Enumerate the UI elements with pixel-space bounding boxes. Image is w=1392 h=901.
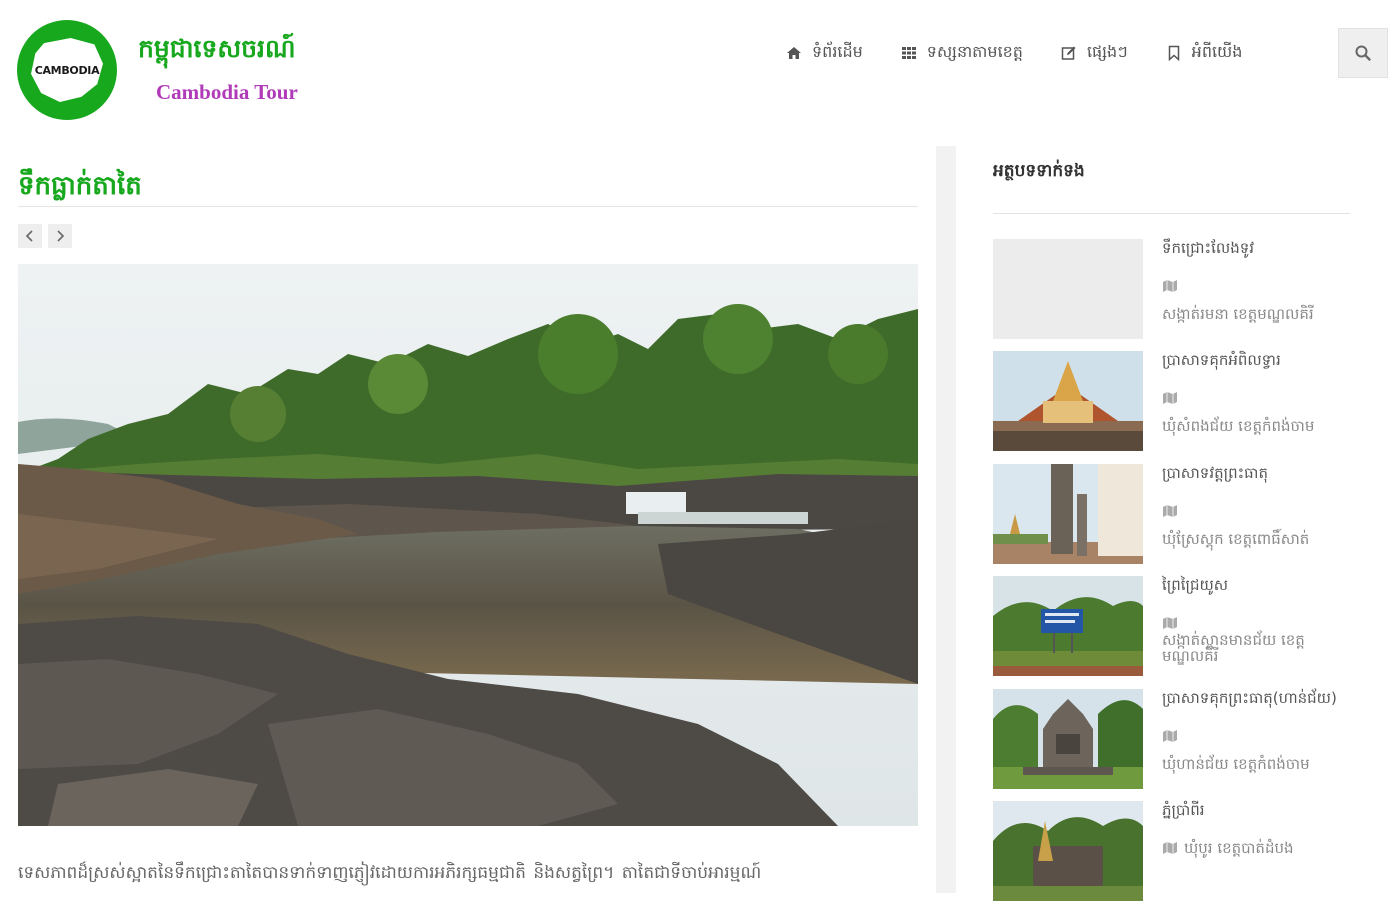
main-nav: ទំព័រដើម ទស្សនាតាមខេត្ត ផ្សេងៗ អំពីយើង bbox=[786, 40, 1242, 66]
post-hero-image bbox=[18, 264, 918, 826]
related-post-location: ឃុំស្រែស្តុក ខេត្តពោធិ៍សាត់ bbox=[1162, 530, 1310, 548]
related-post-title[interactable]: ទឹកជ្រោះលែងទូវ bbox=[1162, 239, 1254, 261]
nav-label: ផ្សេងៗ bbox=[1086, 42, 1128, 61]
related-post-item[interactable]: ភ្នំប្រាំពីរ ឃុំបូរ ខេត្តបាត់ដំបង bbox=[993, 801, 1350, 901]
nav-item-about[interactable]: អំពីយើង bbox=[1166, 41, 1243, 65]
main-content: ទឹកធ្លាក់តាតៃ ទេសភាពដ៏ស្រស់ស្អាតនៃទឹកជ្រ… bbox=[18, 150, 918, 883]
nav-label: ទំព័រដើម bbox=[812, 42, 863, 61]
related-post-title[interactable]: ភ្នំប្រាំពីរ bbox=[1162, 801, 1205, 823]
prev-post-button[interactable] bbox=[18, 224, 42, 248]
map-icon bbox=[1163, 392, 1177, 404]
edit-icon bbox=[1061, 46, 1076, 60]
post-body-text: ទេសភាពដ៏ស្រស់ស្អាតនៃទឹកជ្រោះតាតៃបានទាក់ទ… bbox=[18, 863, 762, 883]
grid-icon bbox=[901, 47, 916, 59]
search-icon bbox=[1355, 45, 1371, 61]
related-post-thumbnail[interactable] bbox=[993, 576, 1143, 676]
related-post-location: ឃុំសំពងជ័យ ខេត្តកំពង់ចាម bbox=[1162, 417, 1315, 435]
nav-item-provinces[interactable]: ទស្សនាតាមខេត្ត bbox=[901, 41, 1023, 65]
site-title-english[interactable]: Cambodia Tour bbox=[156, 80, 298, 105]
related-post-item[interactable]: ព្រៃជ្រៃយូស សង្កាត់ស្ពានមានជ័យ ខេត្តមណ្ឌ… bbox=[993, 576, 1350, 676]
search-button[interactable] bbox=[1338, 28, 1388, 78]
post-title: ទឹកធ្លាក់តាតៃ bbox=[18, 171, 142, 201]
map-icon bbox=[1163, 617, 1177, 629]
next-post-button[interactable] bbox=[48, 224, 72, 248]
site-title-khmer[interactable]: កម្ពុជាទេសចរណ៍ bbox=[138, 34, 295, 70]
related-post-thumbnail[interactable] bbox=[993, 689, 1143, 789]
related-post-thumbnail[interactable] bbox=[993, 239, 1143, 339]
related-post-item[interactable]: ប្រាសាទគុកព្រះធាតុ(ហាន់ជ័យ) ឃុំហាន់ជ័យ ខ… bbox=[993, 689, 1350, 789]
related-post-title[interactable]: ព្រៃជ្រៃយូស bbox=[1162, 576, 1228, 598]
related-post-thumbnail[interactable] bbox=[993, 351, 1143, 451]
related-post-location: សង្កាត់ស្ពានមានជ័យ ខេត្តមណ្ឌលគិរី bbox=[1162, 631, 1305, 665]
bookmark-icon bbox=[1168, 45, 1179, 61]
nav-item-home[interactable]: ទំព័រដើម bbox=[786, 41, 863, 65]
related-post-item[interactable]: ទឹកជ្រោះលែងទូវ សង្កាត់រមនា ខេត្តមណ្ឌលគិរ… bbox=[993, 239, 1350, 339]
related-post-location: ឃុំបូរ ខេត្តបាត់ដំបង bbox=[1184, 839, 1294, 857]
sidebar-divider bbox=[993, 213, 1350, 214]
map-icon bbox=[1163, 842, 1177, 854]
related-post-thumbnail[interactable] bbox=[993, 801, 1143, 901]
related-post-location: សង្កាត់រមនា ខេត្តមណ្ឌលគិរី bbox=[1162, 305, 1314, 323]
nav-item-misc[interactable]: ផ្សេងៗ bbox=[1061, 41, 1128, 65]
map-icon bbox=[1163, 280, 1177, 292]
sidebar-title: អត្ថបទទាក់ទង bbox=[993, 161, 1085, 181]
related-post-location: ឃុំហាន់ជ័យ ខេត្តកំពង់ចាម bbox=[1162, 755, 1310, 773]
chevron-left-icon bbox=[25, 230, 33, 242]
related-post-item[interactable]: ប្រាសាទវត្តព្រះធាតុ ឃុំស្រែស្តុក ខេត្តពោ… bbox=[993, 464, 1350, 564]
post-pager bbox=[18, 224, 78, 248]
site-header: CAMBODIA កម្ពុជាទេសចរណ៍ Cambodia Tour ទំ… bbox=[0, 0, 1392, 140]
nav-label: ទស្សនាតាមខេត្ត bbox=[926, 42, 1023, 61]
title-divider bbox=[18, 206, 918, 207]
home-icon bbox=[787, 47, 801, 59]
related-post-thumbnail[interactable] bbox=[993, 464, 1143, 564]
related-post-title[interactable]: ប្រាសាទគុកអំពិលទ្វារ bbox=[1162, 351, 1281, 373]
related-sidebar: អត្ថបទទាក់ទង ទឹកជ្រោះលែងទូវ សង្កាត់រមនា … bbox=[956, 146, 1392, 901]
chevron-right-icon bbox=[57, 230, 65, 242]
site-logo[interactable]: CAMBODIA bbox=[17, 20, 117, 120]
logo-text: CAMBODIA bbox=[34, 64, 100, 77]
nav-label: អំពីយើង bbox=[1191, 42, 1243, 61]
related-post-item[interactable]: ប្រាសាទគុកអំពិលទ្វារ ឃុំសំពងជ័យ ខេត្តកំព… bbox=[993, 351, 1350, 451]
map-icon bbox=[1163, 730, 1177, 742]
related-post-title[interactable]: ប្រាសាទវត្តព្រះធាតុ bbox=[1162, 464, 1268, 486]
related-post-title[interactable]: ប្រាសាទគុកព្រះធាតុ(ហាន់ជ័យ) bbox=[1162, 689, 1337, 711]
map-icon bbox=[1163, 505, 1177, 517]
